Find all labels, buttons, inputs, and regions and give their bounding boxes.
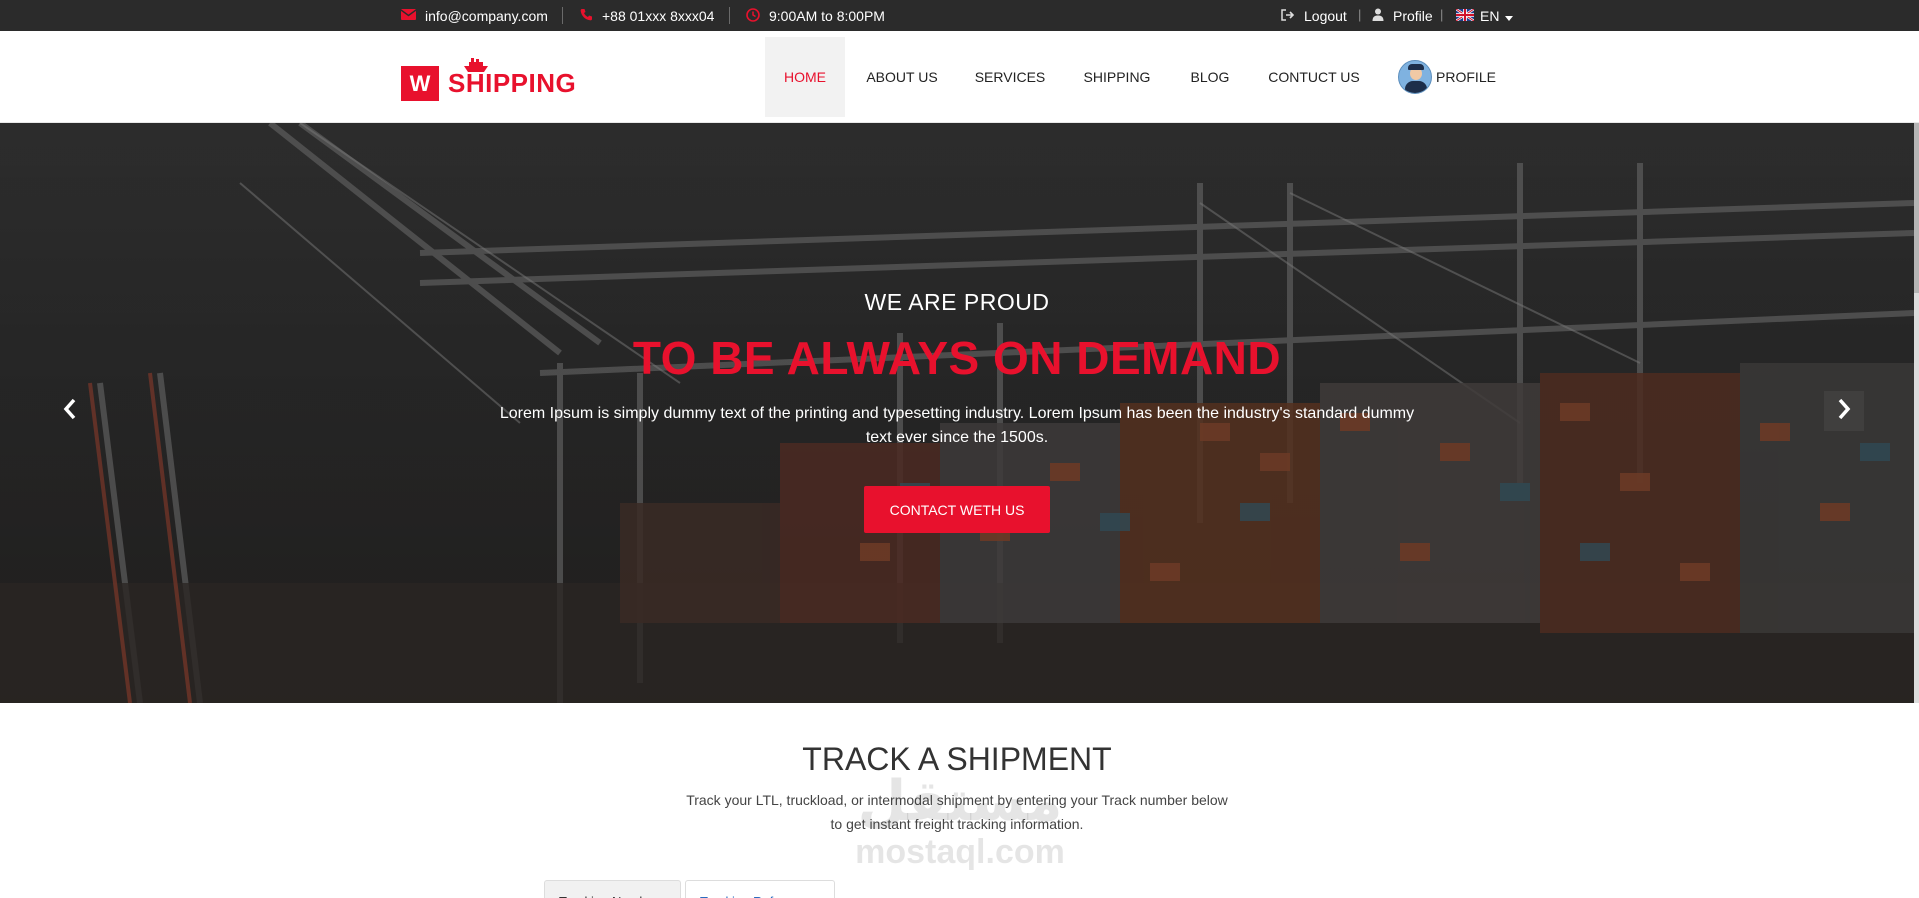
clock-icon bbox=[746, 7, 760, 24]
track-title: TRACK A SHIPMENT bbox=[802, 741, 1112, 777]
chevron-right-icon bbox=[1837, 398, 1851, 425]
chevron-left-icon bbox=[63, 398, 77, 425]
ship-icon bbox=[463, 57, 489, 73]
uk-flag-icon bbox=[1455, 7, 1475, 24]
tab-tracking-reference[interactable]: Tracking Reference bbox=[685, 880, 835, 898]
logo-mark: W bbox=[401, 66, 439, 101]
hours-info: 9:00AM to 8:00PM bbox=[746, 0, 885, 31]
caret-down-icon bbox=[1505, 8, 1514, 24]
nav-profile-label: PROFILE bbox=[1436, 69, 1496, 85]
watermark-latin: mostaql.com bbox=[855, 833, 1065, 871]
divider: | bbox=[1440, 7, 1444, 22]
tab-tracking-number[interactable]: Tracking Number bbox=[544, 880, 681, 898]
email-contact[interactable]: info@company.com bbox=[400, 0, 548, 31]
main-header: W SHIPPING HOME ABOUT US SERVICES SHIPPI… bbox=[0, 31, 1919, 123]
profile-label: Profile bbox=[1393, 7, 1433, 24]
language-selector[interactable]: EN bbox=[1455, 0, 1514, 31]
divider bbox=[729, 7, 730, 24]
nav-about-us[interactable]: ABOUT US bbox=[857, 37, 947, 117]
track-description: Track your LTL, truckload, or intermodal… bbox=[680, 788, 1234, 836]
profile-link[interactable]: Profile bbox=[1372, 0, 1433, 31]
divider: | bbox=[1358, 7, 1362, 22]
hero-slider: WE ARE PROUD TO BE ALWAYS ON DEMAND Lore… bbox=[0, 123, 1914, 703]
nav-home[interactable]: HOME bbox=[765, 37, 845, 117]
track-description-line: Track your LTL, truckload, or intermodal… bbox=[686, 792, 1228, 808]
hero-description: Lorem Ipsum is simply dummy text of the … bbox=[499, 405, 1415, 446]
top-bar: info@company.com +88 01xxx 8xxx04 9:00AM… bbox=[0, 0, 1919, 31]
scrollbar-thumb[interactable] bbox=[1914, 123, 1919, 293]
contact-button[interactable]: CONTACT WETH US bbox=[864, 486, 1050, 533]
sign-out-icon bbox=[1281, 8, 1295, 24]
hero-title: TO BE ALWAYS ON DEMAND bbox=[632, 332, 1282, 384]
slider-prev-button[interactable] bbox=[50, 391, 90, 431]
phone-icon bbox=[580, 8, 593, 23]
nav-contact-us[interactable]: CONTUCT US bbox=[1262, 37, 1366, 117]
language-label: EN bbox=[1480, 7, 1500, 24]
nav-shipping[interactable]: SHIPPING bbox=[1074, 37, 1160, 117]
site-logo[interactable]: W SHIPPING bbox=[401, 53, 576, 101]
logout-link[interactable]: Logout bbox=[1281, 0, 1347, 31]
user-icon bbox=[1372, 8, 1384, 24]
avatar bbox=[1398, 60, 1433, 94]
logout-label: Logout bbox=[1304, 7, 1347, 24]
hero-subtitle: WE ARE PROUD bbox=[864, 289, 1050, 315]
phone-contact[interactable]: +88 01xxx 8xxx04 bbox=[580, 0, 714, 31]
email-text: info@company.com bbox=[425, 7, 548, 24]
hours-text: 9:00AM to 8:00PM bbox=[769, 7, 885, 24]
nav-blog[interactable]: BLOG bbox=[1182, 37, 1238, 117]
divider bbox=[562, 7, 563, 24]
envelope-icon bbox=[400, 9, 417, 22]
phone-text: +88 01xxx 8xxx04 bbox=[602, 7, 715, 24]
nav-services[interactable]: SERVICES bbox=[968, 37, 1052, 117]
track-description-line: to get instant freight tracking informat… bbox=[830, 816, 1084, 832]
slider-next-button[interactable] bbox=[1824, 391, 1864, 431]
nav-profile[interactable]: PROFILE bbox=[1398, 37, 1496, 117]
